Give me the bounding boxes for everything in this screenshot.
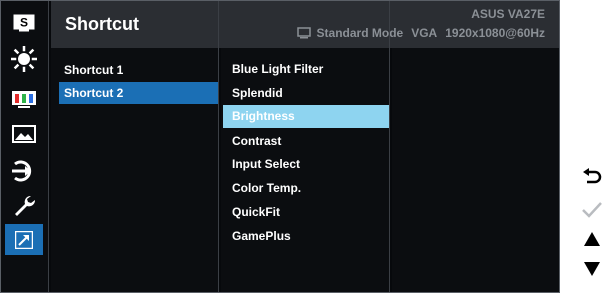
input-text: VGA — [411, 26, 438, 40]
option-blue-light-filter[interactable]: Blue Light Filter — [223, 58, 389, 81]
option-quickfit[interactable]: QuickFit — [223, 201, 389, 224]
mode-text: Standard Mode — [316, 26, 404, 40]
image-icon[interactable] — [5, 118, 43, 149]
main-menu-sidebar: S — [1, 1, 48, 292]
brightness-sun-icon[interactable] — [5, 43, 43, 74]
system-setup-wrench-icon[interactable] — [5, 190, 43, 221]
checkmark-icon[interactable] — [578, 197, 606, 223]
divider — [218, 1, 219, 292]
option-brightness[interactable]: Brightness — [223, 105, 389, 128]
option-splendid[interactable]: Splendid — [223, 82, 389, 105]
splendid-s-icon[interactable]: S — [5, 7, 43, 38]
osd-header: Shortcut ASUS VA27E Standard Mode VGA 19… — [51, 1, 559, 48]
status-line: Standard Mode VGA 1920x1080@60Hz — [296, 26, 545, 40]
up-arrow-icon[interactable] — [578, 226, 606, 252]
svg-text:S: S — [20, 15, 28, 29]
option-input-select[interactable]: Input Select — [223, 153, 389, 176]
model-name: ASUS VA27E — [471, 7, 545, 21]
submenu-panel — [392, 48, 559, 292]
option-contrast[interactable]: Contrast — [223, 130, 389, 153]
option-color-temp[interactable]: Color Temp. — [223, 177, 389, 200]
divider — [389, 1, 390, 292]
input-select-icon[interactable] — [5, 155, 43, 186]
function-list-panel: Blue Light Filter Splendid Brightness Co… — [221, 48, 389, 292]
option-gameplus[interactable]: GamePlus — [223, 225, 389, 248]
back-icon[interactable] — [578, 164, 606, 190]
osd-menu: S Shortcut ASUS VA27E Standard Mode VGA … — [0, 0, 560, 293]
shortcut-list-panel: Shortcut 1 Shortcut 2 — [51, 48, 218, 292]
down-arrow-icon[interactable] — [578, 256, 606, 282]
resolution-text: 1920x1080@60Hz — [445, 26, 545, 40]
page-title: Shortcut — [65, 14, 139, 34]
shortcut-arrow-icon[interactable] — [5, 224, 43, 255]
divider — [48, 1, 49, 292]
color-bars-icon[interactable] — [5, 84, 43, 115]
list-item-shortcut-1[interactable]: Shortcut 1 — [59, 59, 218, 81]
list-item-shortcut-2[interactable]: Shortcut 2 — [59, 82, 218, 104]
monitor-icon — [296, 27, 311, 39]
